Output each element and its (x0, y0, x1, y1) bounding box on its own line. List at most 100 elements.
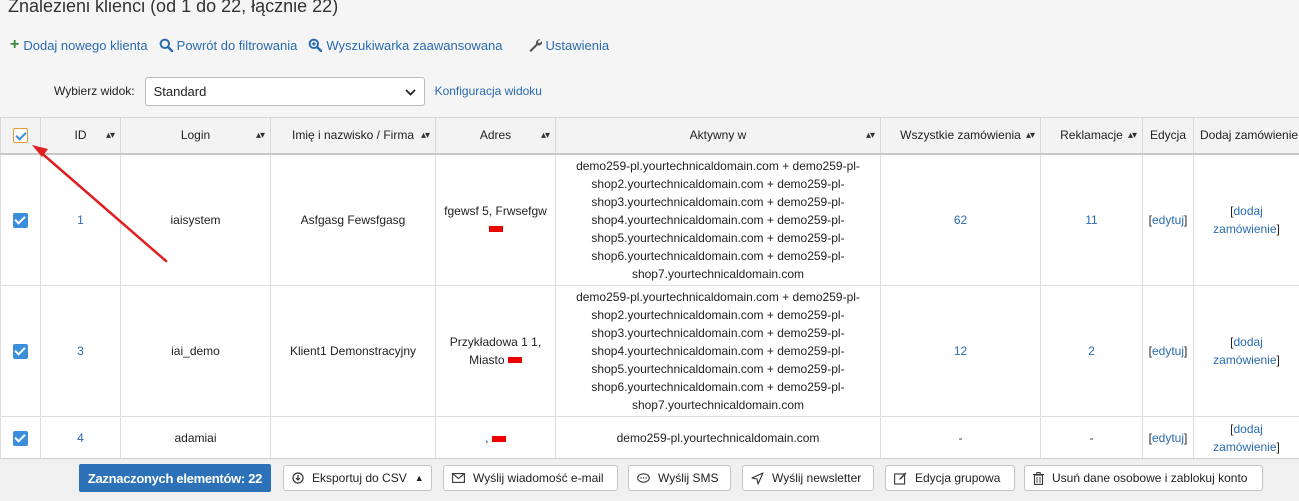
client-id-link[interactable]: 3 (77, 344, 84, 358)
address-text: , (485, 431, 489, 445)
id-cell: 1 (40, 153, 121, 286)
client-id-link[interactable]: 1 (77, 213, 84, 227)
table-row[interactable]: 1 iaisystem Asfgasg Fewsfgasg fgewsf 5, … (0, 153, 1299, 286)
row-select-cell[interactable] (0, 415, 41, 461)
orders-link[interactable]: 12 (954, 344, 967, 358)
client-id-link[interactable]: 4 (77, 431, 84, 445)
row-checkbox[interactable] (13, 212, 28, 228)
active-in-line: shop5.yourtechnicaldomain.com + demo259-… (591, 361, 845, 376)
bracket: ] (1184, 212, 1188, 227)
complaints-link[interactable]: 11 (1085, 213, 1097, 227)
zoom-in-icon (308, 38, 323, 52)
add-order-cell: [dodaj zamówienie] (1193, 153, 1299, 286)
advanced-search-label: Wyszukiwarka zaawansowana (326, 37, 503, 53)
view-select[interactable]: Standard (144, 76, 425, 106)
column-header-complaints[interactable]: Reklamacje ▴▾ (1040, 117, 1143, 155)
advanced-search-link[interactable]: Wyszukiwarka zaawansowana (308, 37, 503, 53)
column-header-id[interactable]: ID ▴▾ (40, 117, 121, 155)
orders-link[interactable]: 62 (954, 213, 967, 227)
active-in-line: shop3.yourtechnicaldomain.com + demo259-… (591, 325, 845, 340)
edit-cell: [edytuj] (1142, 153, 1194, 286)
view-label: Wybierz widok: (54, 84, 135, 98)
redaction-mark (488, 226, 503, 233)
back-to-filter-link[interactable]: Powrót do filtrowania (159, 37, 298, 53)
sort-icon[interactable]: ▴▾ (256, 130, 265, 141)
address-line: Przykładowa 1 1, (449, 334, 542, 349)
export-csv-button[interactable]: Eksportuj do CSV ▲ (283, 465, 432, 491)
active-in-cell: demo259-pl.yourtechnicaldomain.com + dem… (555, 284, 881, 417)
sort-icon[interactable]: ▴▾ (541, 130, 550, 141)
redaction-mark (491, 435, 506, 442)
column-header-name[interactable]: Imię i nazwisko / Firma ▴▾ (270, 117, 436, 155)
settings-link[interactable]: Ustawienia (528, 37, 610, 53)
paper-plane-icon (751, 471, 764, 485)
row-select-cell[interactable] (0, 153, 41, 286)
add-client-button[interactable]: + Dodaj nowego klienta (10, 37, 148, 53)
sort-icon[interactable]: ▴▾ (866, 130, 875, 141)
row-select-cell[interactable] (0, 284, 41, 417)
delete-personal-data-label: Usuń dane osobowe i zablokuj konto (1052, 471, 1248, 485)
sort-icon[interactable]: ▴▾ (106, 130, 115, 141)
bracket: ] (1276, 440, 1280, 454)
settings-label: Ustawienia (545, 37, 610, 53)
caret-up-icon: ▲ (414, 473, 424, 483)
view-config-link[interactable]: Konfiguracja widoku (435, 84, 542, 98)
group-edit-label: Edycja grupowa (915, 471, 1001, 485)
search-icon (159, 38, 173, 52)
complaints-link[interactable]: 2 (1088, 344, 1095, 358)
active-in-line: shop3.yourtechnicaldomain.com + demo259-… (591, 194, 845, 209)
delete-personal-data-button[interactable]: Usuń dane osobowe i zablokuj konto (1024, 465, 1263, 491)
row-checkbox[interactable] (13, 431, 28, 447)
select-all-header[interactable] (0, 117, 41, 155)
row-checkbox[interactable] (13, 343, 28, 359)
select-all-checkbox[interactable] (13, 127, 28, 143)
active-in-line: shop7.yourtechnicaldomain.com (631, 266, 805, 281)
complaints-cell: 2 (1040, 284, 1143, 417)
add-order-link[interactable]: zamówienie (1213, 440, 1276, 454)
add-order-link[interactable]: dodaj (1233, 335, 1262, 349)
address-text: fgewsf 5, Frwsefgw (444, 203, 547, 218)
column-header-address[interactable]: Adres ▴▾ (435, 117, 556, 155)
group-edit-button[interactable]: Edycja grupowa (885, 465, 1015, 491)
send-email-button[interactable]: Wyślij wiadomość e-mail (443, 465, 618, 491)
send-sms-button[interactable]: Wyślij SMS (628, 465, 731, 491)
sort-icon[interactable]: ▴▾ (421, 130, 430, 141)
active-in-line: shop2.yourtechnicaldomain.com + demo259-… (591, 176, 845, 191)
column-header-complaints-label: Reklamacje (1060, 128, 1123, 143)
column-header-edit-label: Edycja (1149, 128, 1187, 143)
add-order-link[interactable]: dodaj (1233, 204, 1262, 218)
view-select-value: Standard (153, 83, 207, 99)
page-title: Znalezieni klienci (od 1 do 22, łącznie … (8, 0, 339, 16)
complaints-value: - (1089, 431, 1094, 445)
name-cell (270, 415, 436, 461)
add-order-cell: [dodaj zamówienie] (1193, 415, 1299, 461)
add-order-link[interactable]: zamówienie (1213, 222, 1276, 236)
send-newsletter-label: Wyślij newsletter (772, 471, 862, 485)
orders-value: - (958, 431, 963, 445)
table-row[interactable]: 4 adamiai , demo259-pl.yourtechnicaldoma… (0, 415, 1299, 461)
edit-link[interactable]: edytuj (1152, 213, 1184, 227)
table-row[interactable]: 3 iai_demo Klient1 Demonstracyjny Przykł… (0, 284, 1299, 417)
bracket: ] (1184, 343, 1188, 358)
plus-icon: + (10, 36, 20, 53)
back-to-filter-label: Powrót do filtrowania (176, 37, 298, 53)
column-header-all-orders[interactable]: Wszystkie zamówienia ▴▾ (880, 117, 1041, 155)
redaction-mark (507, 357, 522, 364)
orders-cell: 12 (880, 284, 1041, 417)
sort-icon[interactable]: ▴▾ (1026, 130, 1035, 141)
login-cell: iaisystem (120, 153, 271, 286)
send-newsletter-button[interactable]: Wyślij newsletter (742, 465, 874, 491)
add-order-link[interactable]: dodaj (1233, 422, 1262, 436)
add-order-link[interactable]: zamówienie (1213, 353, 1276, 367)
column-header-active-in[interactable]: Aktywny w ▴▾ (555, 117, 881, 155)
add-order-cell: [dodaj zamówienie] (1193, 284, 1299, 417)
column-header-active-in-label: Aktywny w (689, 128, 747, 143)
edit-link[interactable]: edytuj (1152, 344, 1184, 358)
bracket: ] (1276, 352, 1280, 367)
chevron-down-icon (404, 84, 416, 99)
clients-table: ID ▴▾ Login ▴▾ Imię i nazwisko / Firma ▴▾ A… (0, 117, 1299, 461)
sort-icon[interactable]: ▴▾ (1128, 130, 1137, 141)
column-header-login[interactable]: Login ▴▾ (120, 117, 271, 155)
edit-link[interactable]: edytuj (1152, 431, 1184, 445)
active-in-line: shop4.yourtechnicaldomain.com + demo259-… (591, 212, 845, 227)
